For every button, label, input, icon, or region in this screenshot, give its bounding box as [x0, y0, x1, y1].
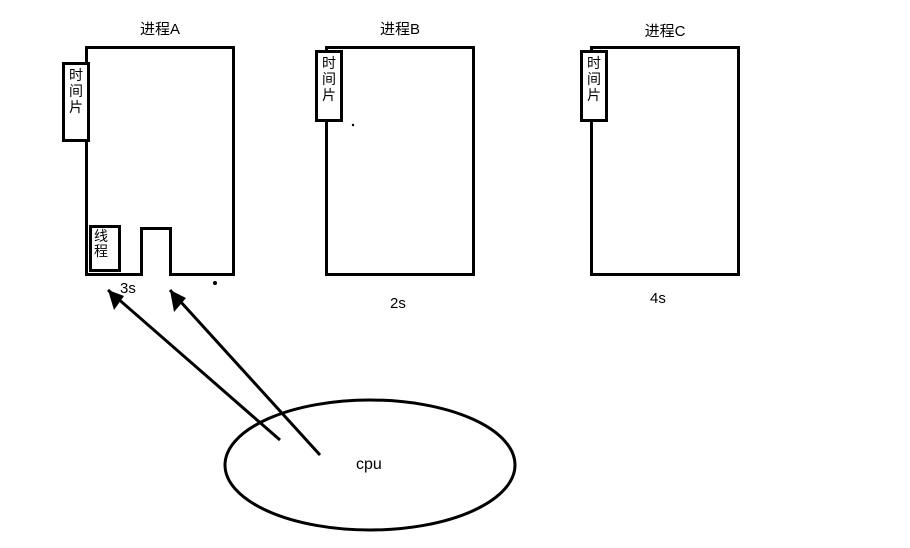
- cpu-label: cpu: [356, 456, 382, 474]
- arrow-head-2: [170, 290, 186, 312]
- process-a-thread-label: 线程: [94, 228, 108, 259]
- process-a-timeslice-box: 时间片: [62, 62, 90, 142]
- process-b-box: [325, 46, 475, 276]
- process-a-thread2-box: [140, 227, 172, 276]
- process-a-thread-box: 线程: [89, 225, 121, 272]
- process-c-time: 4s: [650, 290, 666, 307]
- process-b-timeslice-label: 时间片: [322, 55, 336, 103]
- process-c-box: [590, 46, 740, 276]
- arrow-line-2: [170, 290, 320, 455]
- dot-mark: [213, 281, 217, 285]
- process-b-title: 进程B: [360, 18, 440, 39]
- process-b-timeslice-box: 时间片: [315, 50, 343, 122]
- process-b-time: 2s: [390, 295, 406, 312]
- process-c-title: 进程C: [625, 20, 705, 41]
- process-c-timeslice-label: 时间片: [587, 55, 601, 103]
- process-a-title: 进程A: [120, 18, 200, 39]
- process-a-timeslice-label: 时间片: [69, 67, 83, 115]
- process-c-timeslice-box: 时间片: [580, 50, 608, 122]
- arrow-line-1: [108, 290, 280, 440]
- process-a-time: 3s: [120, 280, 136, 297]
